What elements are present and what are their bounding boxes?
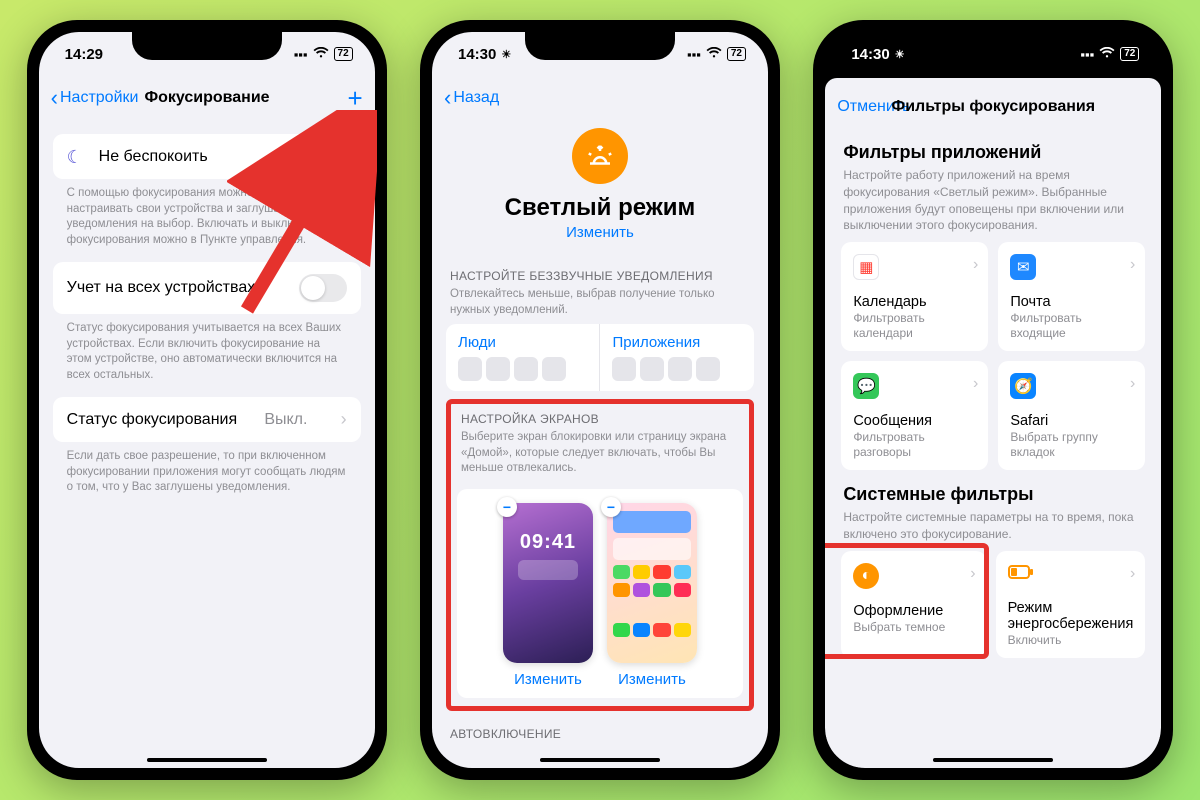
chevron-right-icon: › bbox=[973, 256, 978, 274]
cell-signal-icon: ▪▪▪ bbox=[1080, 47, 1094, 62]
annotation-highlight-appearance bbox=[825, 543, 989, 659]
battery-indicator: 72 bbox=[1120, 47, 1139, 61]
focus-status-value: Выкл. bbox=[264, 411, 307, 429]
focus-header: Светлый режим Изменить bbox=[446, 120, 754, 253]
screens-header: НАСТРОЙКА ЭКРАНОВ bbox=[457, 408, 743, 430]
back-button[interactable]: ‹ Назад bbox=[444, 85, 499, 111]
change-home-button[interactable]: Изменить bbox=[607, 671, 697, 688]
messages-icon: 💬 bbox=[853, 373, 879, 399]
chevron-right-icon: › bbox=[973, 375, 978, 393]
app-filters-desc: Настройте работу приложений на время фок… bbox=[825, 165, 1161, 242]
phone-3: 14:30 ☀ ▪▪▪ 72 Отменить Фильтры фокусиро… bbox=[813, 20, 1173, 780]
nav-bar: ‹ Назад bbox=[432, 76, 768, 120]
sunrise-icon bbox=[572, 128, 628, 184]
home-indicator[interactable] bbox=[147, 758, 267, 762]
people-label: Люди bbox=[458, 334, 588, 351]
chevron-right-icon: › bbox=[1130, 375, 1135, 393]
apps-button[interactable]: Приложения bbox=[599, 324, 754, 391]
status-time: 14:30 bbox=[851, 46, 889, 63]
status-time: 14:29 bbox=[65, 46, 103, 63]
chevron-right-icon: › bbox=[341, 409, 347, 430]
wifi-icon bbox=[706, 47, 722, 62]
focus-title: Светлый режим bbox=[446, 194, 754, 222]
moon-icon: ☾ bbox=[67, 147, 87, 167]
lock-screen-thumb[interactable]: 09:41 − Изменить bbox=[503, 503, 593, 688]
annotation-highlight-screens: НАСТРОЙКА ЭКРАНОВ Выберите экран блокиро… bbox=[446, 399, 754, 711]
notch bbox=[525, 32, 675, 60]
silence-sub: Отвлекайтесь меньше, выбрав получение то… bbox=[446, 287, 754, 324]
chevron-left-icon: ‹ bbox=[444, 85, 451, 111]
filter-low-power[interactable]: › Режим энергосбережения Включить bbox=[996, 551, 1146, 658]
focus-rename-button[interactable]: Изменить bbox=[446, 224, 754, 241]
app-filters-grid: ▦ › Календарь Фильтровать календари ✉ › … bbox=[825, 242, 1161, 470]
auto-header: АВТОВКЛЮЧЕНИЕ bbox=[446, 711, 754, 745]
home-indicator[interactable] bbox=[540, 758, 660, 762]
share-toggle[interactable] bbox=[299, 274, 347, 302]
battery-indicator: 72 bbox=[334, 47, 353, 61]
dnd-row[interactable]: ☾ Не беспокоить › bbox=[53, 134, 361, 179]
battery-indicator: 72 bbox=[727, 47, 746, 61]
sys-filters-title: Системные фильтры bbox=[825, 470, 1161, 507]
remove-home-screen-button[interactable]: − bbox=[601, 497, 621, 517]
lock-time: 09:41 bbox=[520, 531, 576, 554]
home-indicator[interactable] bbox=[933, 758, 1053, 762]
home-screen-thumb[interactable]: − Изменить bbox=[607, 503, 697, 688]
back-label: Назад bbox=[453, 89, 499, 107]
calendar-icon: ▦ bbox=[853, 254, 879, 280]
chevron-right-icon: › bbox=[341, 146, 347, 167]
filter-safari[interactable]: 🧭 › Safari Выбрать группу вкладок bbox=[998, 361, 1145, 470]
chevron-right-icon: › bbox=[1130, 565, 1135, 583]
phone-1: 14:29 ▪▪▪ 72 ‹ Настройки Фокусирование +… bbox=[27, 20, 387, 780]
remove-lock-screen-button[interactable]: − bbox=[497, 497, 517, 517]
status-right: ▪▪▪ 72 bbox=[294, 47, 353, 62]
cell-signal-icon: ▪▪▪ bbox=[294, 47, 308, 62]
status-right: ▪▪▪ 72 bbox=[1080, 47, 1139, 62]
page-title: Фокусирование bbox=[144, 89, 269, 107]
apps-label: Приложения bbox=[612, 334, 742, 351]
focus-active-icon: ☀ bbox=[501, 48, 511, 61]
status-right: ▪▪▪ 72 bbox=[687, 47, 746, 62]
filter-messages[interactable]: 💬 › Сообщения Фильтровать разговоры bbox=[841, 361, 988, 470]
content: Светлый режим Изменить НАСТРОЙТЕ БЕЗЗВУЧ… bbox=[432, 120, 768, 768]
people-button[interactable]: Люди bbox=[446, 324, 600, 391]
chevron-left-icon: ‹ bbox=[51, 85, 58, 111]
sys-filters-grid: ◐ › Оформление Выбрать темное › Режим эн… bbox=[825, 551, 1161, 658]
mail-icon: ✉ bbox=[1010, 254, 1036, 280]
focus-status-label: Статус фокусирования bbox=[67, 411, 237, 429]
filter-calendar[interactable]: ▦ › Календарь Фильтровать календари bbox=[841, 242, 988, 351]
notch bbox=[132, 32, 282, 60]
share-across-devices-row[interactable]: Учет на всех устройствах bbox=[53, 262, 361, 314]
chevron-right-icon: › bbox=[1130, 256, 1135, 274]
cancel-button[interactable]: Отменить bbox=[837, 98, 910, 116]
focus-status-row[interactable]: Статус фокусирования Выкл. › bbox=[53, 397, 361, 442]
status-time: 14:30 bbox=[458, 46, 496, 63]
cell-signal-icon: ▪▪▪ bbox=[687, 47, 701, 62]
screens-sub: Выберите экран блокировки или страницу э… bbox=[457, 430, 743, 483]
notch bbox=[918, 32, 1068, 60]
phone-2: 14:30 ☀ ▪▪▪ 72 ‹ Назад Светлый р bbox=[420, 20, 780, 780]
wifi-icon bbox=[313, 47, 329, 62]
wifi-icon bbox=[1099, 47, 1115, 62]
silence-cell: Люди Приложения bbox=[446, 324, 754, 391]
back-button[interactable]: ‹ Настройки bbox=[51, 85, 139, 111]
battery-icon bbox=[1008, 563, 1134, 586]
focus-active-icon: ☀ bbox=[895, 48, 905, 61]
share-label: Учет на всех устройствах bbox=[67, 279, 256, 297]
nav-bar: ‹ Настройки Фокусирование + bbox=[39, 76, 375, 120]
add-focus-button[interactable]: + bbox=[347, 83, 362, 114]
filter-mail[interactable]: ✉ › Почта Фильтровать входящие bbox=[998, 242, 1145, 351]
safari-icon: 🧭 bbox=[1010, 373, 1036, 399]
content: ☾ Не беспокоить › С помощью фокусировани… bbox=[39, 120, 375, 768]
app-filters-title: Фильтры приложений bbox=[825, 128, 1161, 165]
silence-header: НАСТРОЙТЕ БЕЗЗВУЧНЫЕ УВЕДОМЛЕНИЯ bbox=[446, 253, 754, 287]
focus-status-footer: Если дать свое разрешение, то при включе… bbox=[53, 442, 361, 496]
screens-row: 09:41 − Изменить bbox=[457, 489, 743, 698]
share-footer: Статус фокусирования учитывается на всех… bbox=[53, 314, 361, 383]
back-label: Настройки bbox=[60, 89, 138, 107]
dnd-footer: С помощью фокусирования можно гибко наст… bbox=[53, 179, 361, 248]
change-lock-button[interactable]: Изменить bbox=[503, 671, 593, 688]
sheet-nav: Отменить Фильтры фокусирования bbox=[825, 78, 1161, 128]
focus-filters-sheet: Отменить Фильтры фокусирования Фильтры п… bbox=[825, 78, 1161, 768]
dnd-label: Не беспокоить bbox=[99, 148, 208, 166]
